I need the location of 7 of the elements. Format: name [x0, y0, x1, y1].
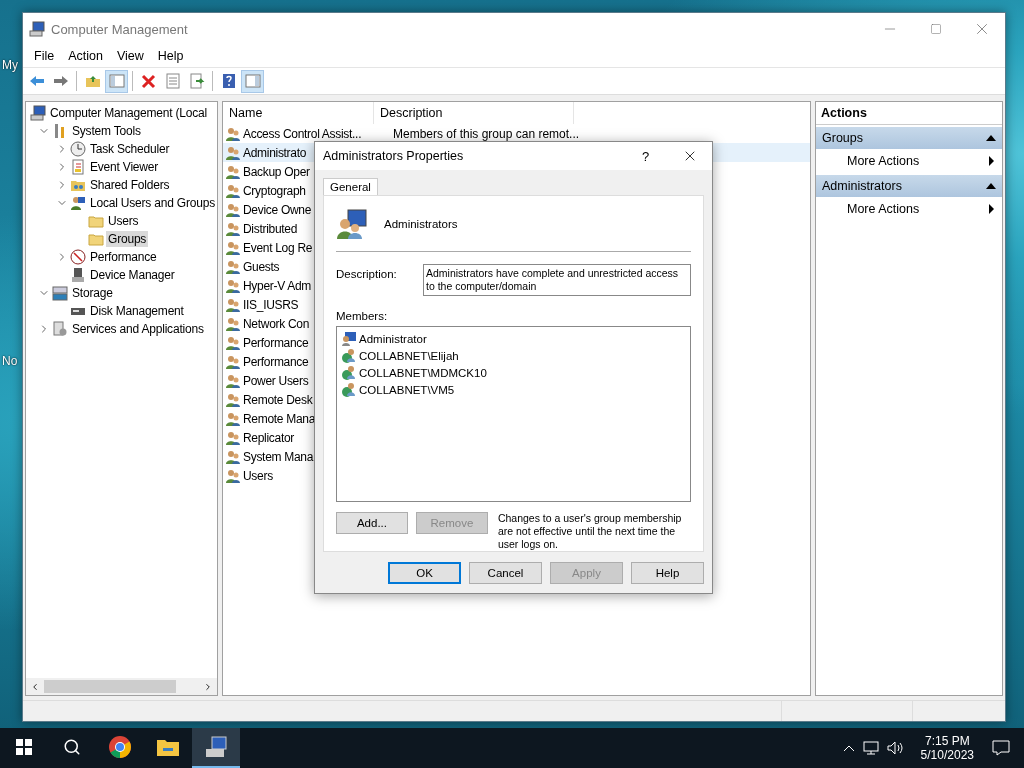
dialog-title: Administrators Properties — [323, 149, 465, 163]
group-name: Administrators — [384, 217, 458, 230]
actions-title: Actions — [816, 102, 1002, 125]
field-label: Members: — [336, 310, 389, 322]
field-label: Description: — [336, 267, 398, 282]
window-title: Computer Management — [51, 21, 189, 37]
membership-note: Changes to a user's group membership are not effective until the next time the user logs on. — [497, 512, 683, 551]
